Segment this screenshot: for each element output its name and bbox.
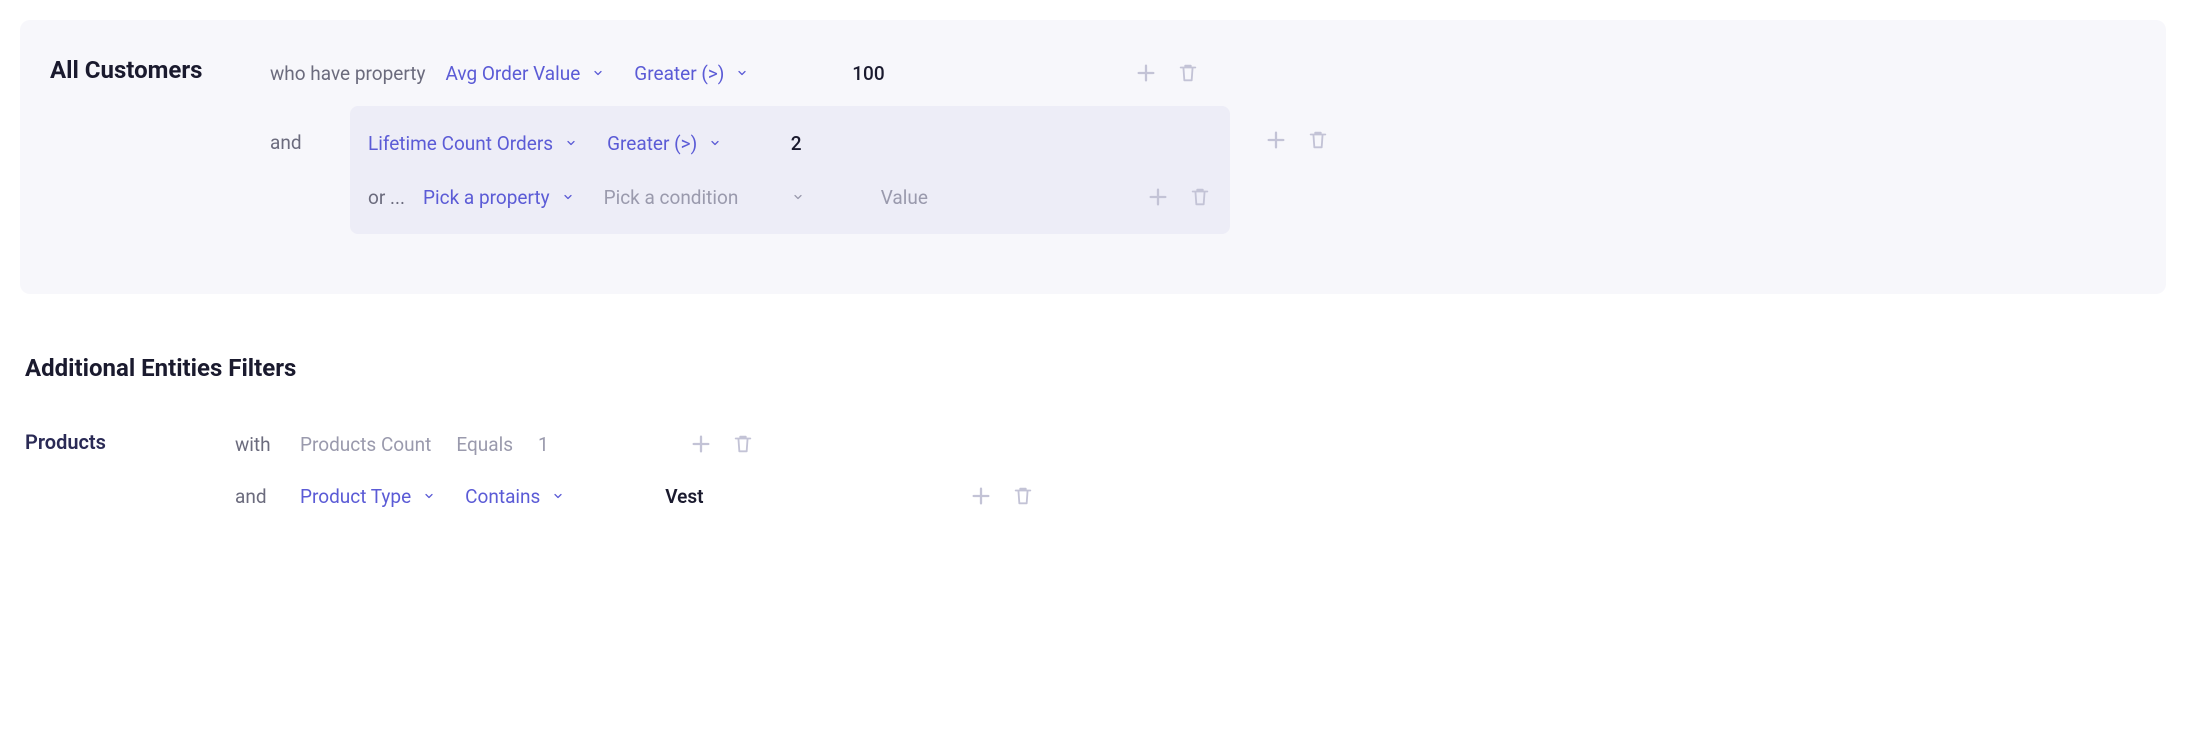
property-select-label: Avg Order Value (445, 62, 580, 85)
delete-condition-button[interactable] (1306, 128, 1330, 152)
plus-icon (1147, 186, 1169, 208)
delete-condition-button[interactable] (1176, 61, 1200, 85)
property-select[interactable]: Avg Order Value (445, 62, 604, 85)
add-condition-button[interactable] (1134, 61, 1158, 85)
property-select[interactable]: Product Type (300, 485, 435, 508)
add-condition-button[interactable] (1264, 128, 1288, 152)
delete-condition-button[interactable] (731, 432, 755, 456)
trash-icon (1307, 129, 1329, 151)
condition-row: Lifetime Count Orders Greater (>) (368, 120, 1212, 166)
prefix-with: with (235, 433, 300, 456)
operator-select[interactable]: Greater (>) (607, 132, 721, 155)
chevron-down-icon (792, 191, 804, 203)
operator-select-label: Greater (>) (634, 62, 724, 85)
trash-icon (1012, 485, 1034, 507)
chevron-down-icon (562, 191, 574, 203)
chevron-down-icon (709, 137, 721, 149)
plus-icon (1265, 129, 1287, 151)
delete-condition-button[interactable] (1188, 185, 1212, 209)
operator-select[interactable]: Greater (>) (634, 62, 748, 85)
value-input[interactable] (614, 485, 754, 508)
condition-row: with Products Count Equals 1 (235, 422, 755, 466)
condition-row: who have property Avg Order Value Greate… (270, 50, 1200, 96)
trash-icon (732, 433, 754, 455)
operator-select[interactable]: Contains (465, 485, 564, 508)
trash-icon (1177, 62, 1199, 84)
value-label: 1 (538, 433, 568, 456)
prefix-who-have-property: who have property (270, 62, 425, 85)
value-input[interactable] (798, 62, 938, 85)
condition-row: and Product Type Contains (235, 474, 1035, 518)
operator-label: Equals (456, 433, 513, 456)
operator-select-label: Contains (465, 485, 540, 508)
chevron-down-icon (565, 137, 577, 149)
customers-filter-panel: All Customers who have property Avg Orde… (20, 20, 2166, 294)
property-select-label: Product Type (300, 485, 411, 508)
conjunction-and: and (235, 485, 300, 508)
property-select-label: Lifetime Count Orders (368, 132, 553, 155)
nested-condition-group: Lifetime Count Orders Greater (>) or ... (350, 106, 1230, 234)
value-input[interactable] (834, 186, 974, 209)
add-condition-button[interactable] (969, 484, 993, 508)
operator-select-label: Greater (>) (607, 132, 697, 155)
chevron-down-icon (592, 67, 604, 79)
property-select-placeholder: Pick a property (423, 186, 550, 209)
add-condition-button[interactable] (1146, 185, 1170, 209)
delete-condition-button[interactable] (1011, 484, 1035, 508)
plus-icon (970, 485, 992, 507)
entity-name-products: Products (25, 422, 235, 462)
property-select[interactable]: Lifetime Count Orders (368, 132, 577, 155)
conjunction-or: or ... (368, 186, 405, 209)
condition-row-empty: or ... Pick a property Pick a condition (368, 174, 1212, 220)
property-select[interactable]: Pick a property (423, 186, 574, 209)
property-label: Products Count (300, 433, 431, 456)
additional-filters-title: Additional Entities Filters (25, 354, 2166, 382)
conjunction-and: and (270, 120, 330, 166)
plus-icon (690, 433, 712, 455)
chevron-down-icon (552, 490, 564, 502)
chevron-down-icon (736, 67, 748, 79)
plus-icon (1135, 62, 1157, 84)
value-input[interactable] (756, 132, 836, 155)
operator-select-placeholder: Pick a condition (604, 186, 739, 209)
add-condition-button[interactable] (689, 432, 713, 456)
operator-select[interactable]: Pick a condition (604, 186, 805, 209)
chevron-down-icon (423, 490, 435, 502)
trash-icon (1189, 186, 1211, 208)
entity-name-customers: All Customers (50, 50, 240, 90)
